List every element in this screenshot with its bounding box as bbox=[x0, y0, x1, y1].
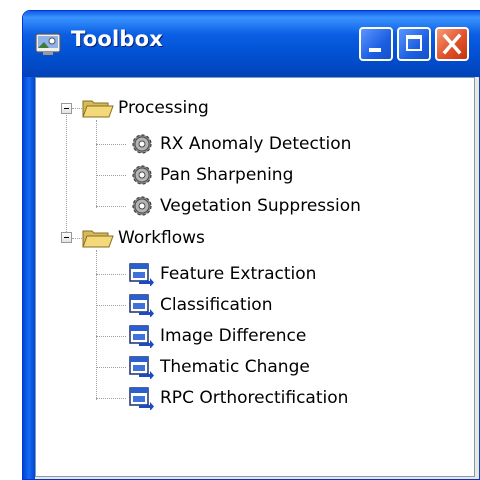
tree-connector bbox=[66, 108, 67, 238]
maximize-icon bbox=[406, 35, 422, 51]
tree-node-processing[interactable]: Processing bbox=[118, 93, 209, 123]
tree-connector bbox=[96, 250, 97, 400]
tree-item-thematic-change[interactable]: Thematic Change bbox=[160, 352, 310, 382]
tree-connector bbox=[96, 336, 126, 337]
tree-connector bbox=[96, 175, 126, 176]
close-button[interactable] bbox=[435, 27, 469, 61]
collapse-toggle-processing[interactable] bbox=[61, 103, 72, 114]
window-frame-left bbox=[23, 77, 35, 479]
workflow-icon bbox=[129, 294, 154, 317]
minimize-button[interactable] bbox=[359, 27, 393, 61]
workflow-icon bbox=[129, 263, 154, 286]
tree-connector bbox=[72, 108, 82, 109]
gear-icon bbox=[132, 165, 152, 185]
tree-item-rx-anomaly-detection[interactable]: RX Anomaly Detection bbox=[160, 129, 351, 159]
tree-node-workflows[interactable]: Workflows bbox=[118, 223, 205, 253]
collapse-toggle-workflows[interactable] bbox=[61, 232, 72, 243]
tree-connector bbox=[96, 120, 97, 208]
tree-connector bbox=[96, 144, 126, 145]
tree-item-feature-extraction[interactable]: Feature Extraction bbox=[160, 259, 316, 289]
tree-connector bbox=[72, 238, 82, 239]
tree-connector bbox=[96, 274, 126, 275]
tree-item-label: Classification bbox=[160, 295, 273, 315]
tree-item-label: RPC Orthorectification bbox=[160, 388, 349, 408]
gear-icon bbox=[132, 196, 152, 216]
tree-node-label: Workflows bbox=[118, 228, 205, 248]
tree-item-label: Pan Sharpening bbox=[160, 165, 294, 185]
tree-connector bbox=[96, 305, 126, 306]
close-icon bbox=[442, 33, 462, 55]
workflow-icon bbox=[129, 325, 154, 348]
gear-icon bbox=[132, 134, 152, 154]
tree-connector bbox=[96, 398, 126, 399]
workflow-icon bbox=[129, 356, 154, 379]
minimize-icon bbox=[369, 48, 381, 52]
tree-connector bbox=[96, 367, 126, 368]
tree-item-rpc-orthorectification[interactable]: RPC Orthorectification bbox=[160, 383, 348, 413]
open-folder-icon bbox=[82, 230, 114, 248]
window-title: Toolbox bbox=[71, 27, 163, 51]
toolbox-window: Toolbox Processing RX Anomaly Detection … bbox=[22, 10, 480, 480]
tree-item-label: RX Anomaly Detection bbox=[160, 134, 352, 154]
tree-connector bbox=[96, 206, 126, 207]
tree-panel[interactable]: Processing RX Anomaly Detection Pan Shar… bbox=[35, 77, 475, 477]
tree-item-label: Image Difference bbox=[160, 326, 307, 346]
tree-item-image-difference[interactable]: Image Difference bbox=[160, 321, 306, 351]
workflow-icon bbox=[129, 387, 154, 410]
tree-item-pan-sharpening[interactable]: Pan Sharpening bbox=[160, 160, 293, 190]
tree-item-label: Feature Extraction bbox=[160, 264, 317, 284]
maximize-button[interactable] bbox=[397, 27, 431, 61]
tree-item-vegetation-suppression[interactable]: Vegetation Suppression bbox=[160, 191, 361, 221]
tree-item-label: Vegetation Suppression bbox=[160, 196, 361, 216]
tree-node-label: Processing bbox=[118, 98, 209, 118]
title-bar[interactable]: Toolbox bbox=[23, 11, 480, 77]
tree-item-classification[interactable]: Classification bbox=[160, 290, 272, 320]
open-folder-icon bbox=[82, 100, 114, 118]
tree-item-label: Thematic Change bbox=[160, 357, 310, 377]
window-app-icon bbox=[35, 33, 61, 55]
